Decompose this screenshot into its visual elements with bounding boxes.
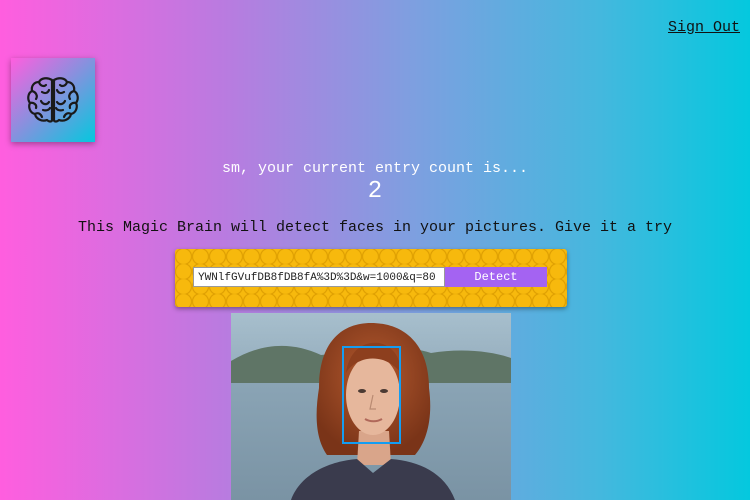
logo	[11, 58, 95, 142]
entry-count: 2	[367, 178, 383, 205]
face-bounding-box	[342, 346, 401, 444]
image-url-input[interactable]: YWNlfGVufDB8fDB8fA%3D%3D&w=1000&q=80	[193, 267, 445, 287]
brain-icon	[27, 77, 79, 123]
entry-count-message: sm, your current entry count is...	[221, 160, 529, 177]
intro-text: This Magic Brain will detect faces in yo…	[77, 219, 673, 236]
image-link-form: YWNlfGVufDB8fDB8fA%3D%3D&w=1000&q=80 Det…	[175, 249, 567, 307]
detect-button[interactable]: Detect	[445, 267, 547, 287]
sign-out-link[interactable]: Sign Out	[668, 19, 740, 36]
